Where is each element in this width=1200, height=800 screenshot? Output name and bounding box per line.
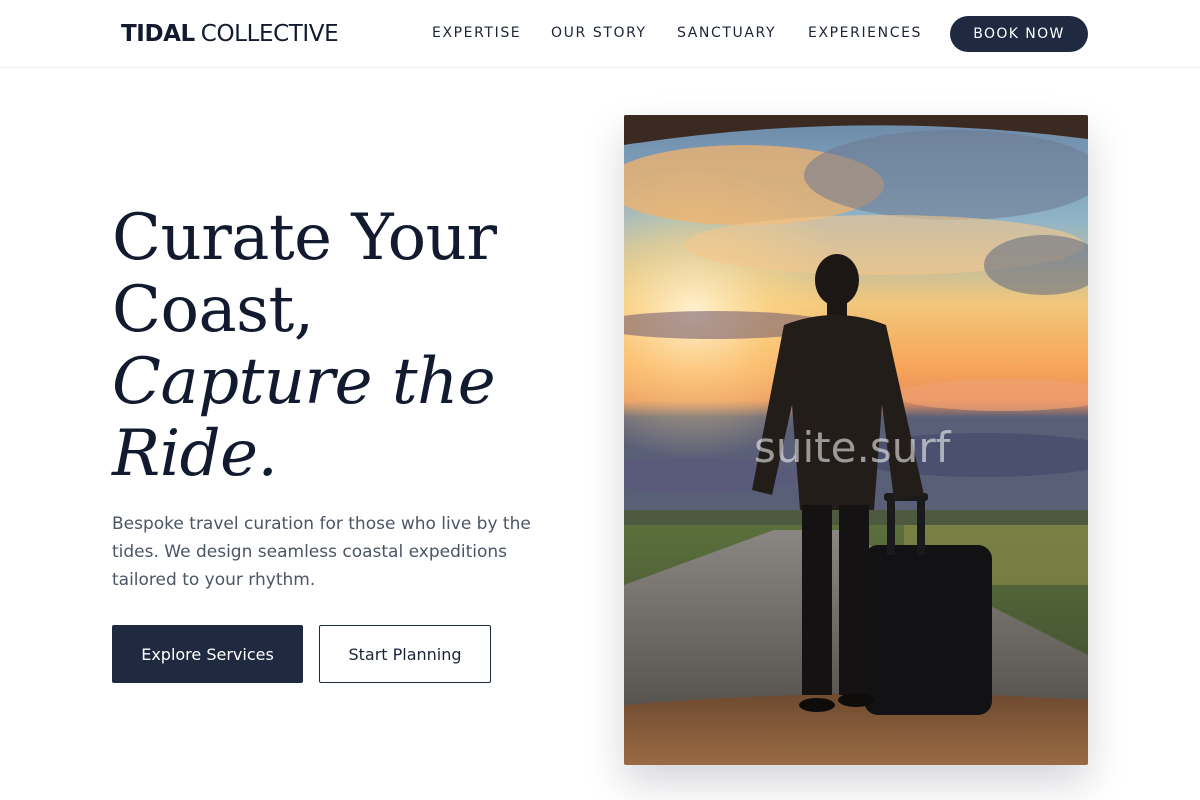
brand-name-bold: TIDAL xyxy=(121,21,195,47)
brand-logo[interactable]: TIDAL COLLECTIVE xyxy=(121,20,339,48)
headline-line-2: Coast, xyxy=(112,273,314,347)
headline-line-4: Ride. xyxy=(112,417,278,491)
top-navigation: TIDAL COLLECTIVE EXPERTISE OUR STORY SANC… xyxy=(0,0,1200,68)
nav-link-experiences[interactable]: EXPERIENCES xyxy=(808,24,922,42)
brand-name-light: COLLECTIVE xyxy=(200,21,339,47)
hero-image: suite.surf xyxy=(624,115,1088,765)
start-planning-button[interactable]: Start Planning xyxy=(319,625,491,683)
image-watermark: suite.surf xyxy=(754,423,951,472)
nav-link-sanctuary[interactable]: SANCTUARY xyxy=(677,24,776,42)
nav-link-expertise[interactable]: EXPERTISE xyxy=(432,24,521,42)
nav-link-our-story[interactable]: OUR STORY xyxy=(551,24,647,42)
hero-headline: Curate Your Coast, Capture the Ride. xyxy=(112,202,582,490)
headline-line-3: Capture the xyxy=(112,345,496,419)
headline-line-1: Curate Your xyxy=(112,201,497,275)
book-now-button[interactable]: BOOK NOW xyxy=(950,16,1088,52)
hero-description: Bespoke travel curation for those who li… xyxy=(112,514,531,590)
explore-services-button[interactable]: Explore Services xyxy=(112,625,303,683)
